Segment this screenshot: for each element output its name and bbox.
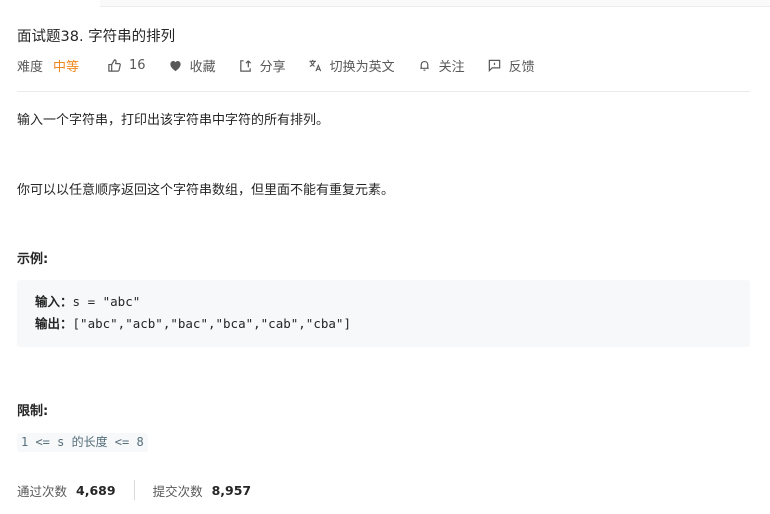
share-button[interactable]: 分享: [238, 56, 286, 75]
like-button[interactable]: 16: [107, 58, 146, 73]
active-tab[interactable]: [0, 0, 100, 8]
example-output-value: ["abc","acb","bac","bca","cab","cba"]: [72, 316, 351, 331]
follow-label: 关注: [438, 59, 465, 75]
description-paragraph-2: 你可以以任意顺序返回这个字符串数组，但里面不能有重复元素。: [17, 183, 395, 198]
tab-bar-background: [100, 0, 770, 7]
problem-meta-bar: 难度 中等 16 收藏 分享 切换为英文 关注 反馈: [17, 56, 557, 75]
header-divider: [17, 91, 750, 92]
difficulty-label: 难度: [17, 59, 44, 75]
example-input-value: s = "abc": [72, 294, 141, 309]
example-output-label: 输出：: [35, 316, 73, 331]
bell-icon: [417, 58, 432, 73]
difficulty-value: 中等: [53, 59, 80, 75]
description-paragraph-1: 输入一个字符串，打印出该字符串中字符的所有排列。: [17, 113, 330, 128]
problem-title: 面试题38. 字符串的排列: [17, 29, 176, 45]
example-code-block: 输入：s = "abc" 输出：["abc","acb","bac","bca"…: [17, 280, 750, 347]
submission-stats: 通过次数 4,689 提交次数 8,957: [17, 480, 251, 500]
translate-icon: [308, 58, 323, 73]
stats-separator: [133, 480, 135, 500]
translate-label: 切换为英文: [329, 59, 395, 75]
accepted-value: 4,689: [76, 482, 116, 498]
favorite-button[interactable]: 收藏: [168, 56, 216, 75]
heart-icon: [168, 58, 183, 73]
favorite-label: 收藏: [189, 59, 216, 75]
limit-heading: 限制:: [17, 404, 49, 419]
thumbs-up-icon: [107, 58, 122, 73]
example-output-line: 输出：["abc","acb","bac","bca","cab","cba"]: [35, 313, 732, 335]
follow-button[interactable]: 关注: [417, 56, 465, 75]
example-input-label: 输入：: [35, 294, 73, 309]
example-input-line: 输入：s = "abc": [35, 291, 732, 313]
feedback-label: 反馈: [508, 59, 535, 75]
feedback-icon: [487, 58, 502, 73]
feedback-button[interactable]: 反馈: [487, 56, 535, 75]
limit-constraint: 1 <= s 的长度 <= 8: [17, 433, 148, 452]
example-heading: 示例:: [17, 252, 49, 267]
top-tab-bar: [0, 0, 770, 8]
submitted-value: 8,957: [211, 482, 252, 498]
accepted-label: 通过次数: [17, 483, 68, 499]
share-icon: [238, 58, 253, 73]
submitted-label: 提交次数: [152, 483, 203, 499]
like-count: 16: [129, 57, 146, 73]
share-label: 分享: [259, 59, 286, 75]
translate-button[interactable]: 切换为英文: [308, 56, 395, 75]
